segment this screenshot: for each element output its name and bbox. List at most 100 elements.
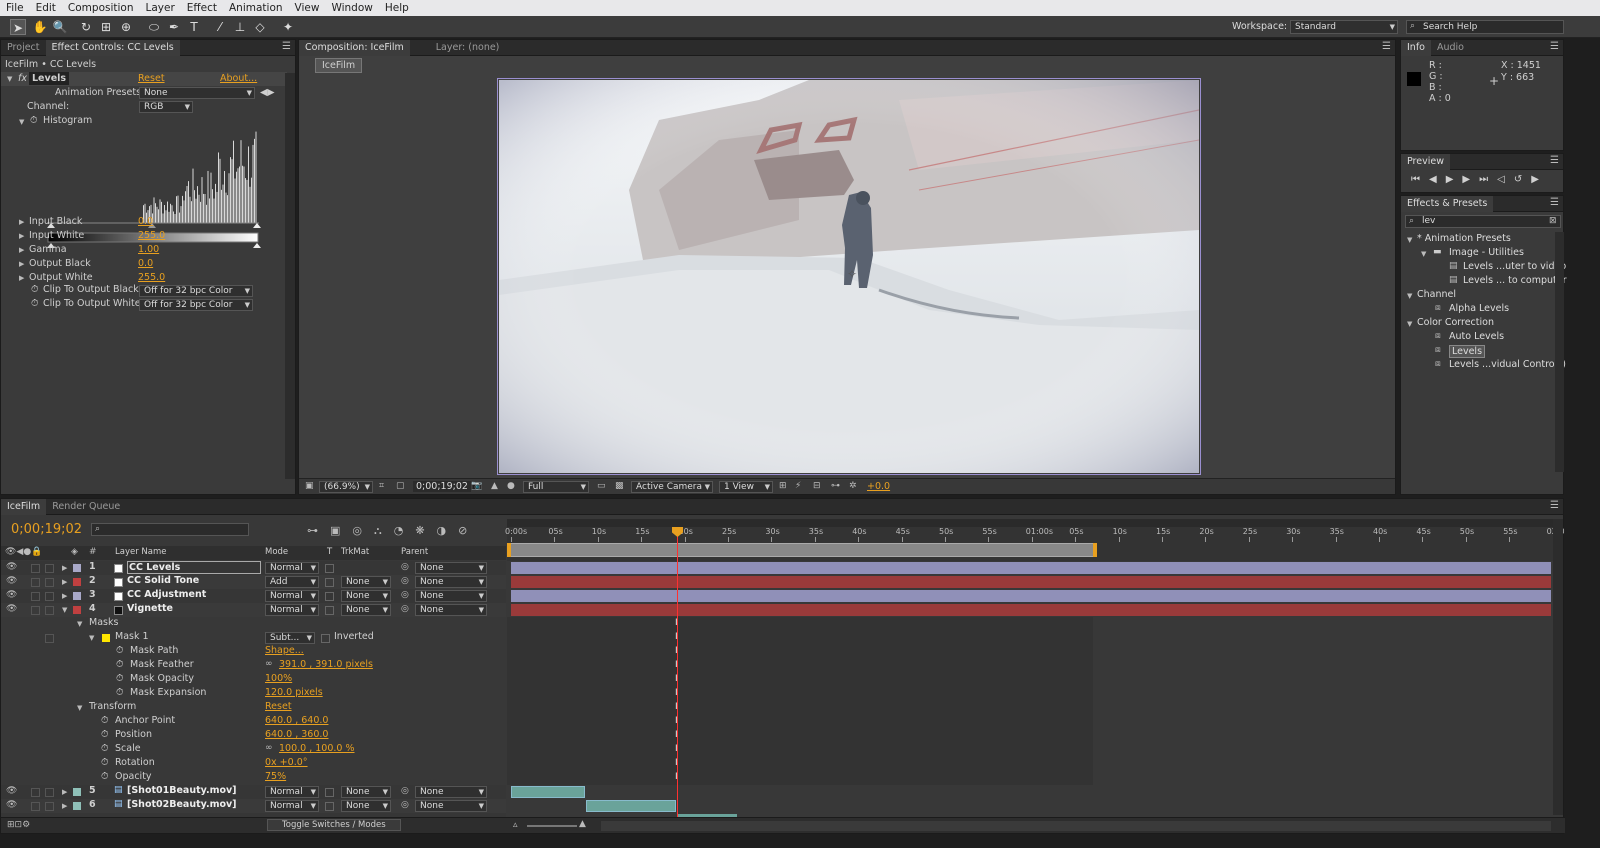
effects-item[interactable]: Auto Levels [1449,331,1504,342]
layer-switches-pane-icon[interactable]: ⊞⊡⚙ [7,820,30,830]
layer-expand-arrow-icon[interactable]: ▶ [62,788,67,796]
property-value[interactable]: 100% [265,673,292,684]
param-expand-arrow-icon[interactable]: ▶ [19,218,24,226]
preset-nav-arrows-icon[interactable]: ◀▶ [260,87,275,98]
effects-item[interactable]: Levels ... to computer [1463,275,1567,286]
puppet-tool-icon[interactable]: ✦ [280,19,296,35]
blend-mode-dropdown[interactable]: Normal [265,604,319,616]
effects-search-input[interactable]: lev [1405,215,1561,228]
zoom-tool-icon[interactable]: 🔍 [52,19,68,35]
effects-item[interactable]: Levels ...vidual Controls) [1449,359,1566,370]
stopwatch-icon[interactable]: ⏱ [101,729,108,740]
timeline-tracks[interactable]: IIIIIIIIIIII [507,561,1553,817]
effects-item[interactable]: Levels ...uter to video [1463,261,1566,272]
blend-mode-dropdown[interactable]: Add [265,576,319,588]
constrain-proportions-icon[interactable]: ∞ [265,659,273,669]
time-navigator[interactable] [507,519,1553,527]
view-layout-dropdown[interactable]: 1 View [719,481,773,493]
effects-item[interactable]: Levels [1449,345,1486,358]
channel-rgb-icon[interactable]: ● [507,481,515,491]
timeline-current-time[interactable]: 0;00;19;02 [11,522,82,537]
track-matte-dropdown[interactable]: None [341,590,391,602]
toggle-pixel-aspect-icon[interactable]: ⊞ [779,481,787,491]
brainstorm-icon[interactable]: ❋ [415,524,436,537]
stopwatch-icon[interactable]: ⏱ [116,645,123,656]
pickwhip-icon[interactable]: ◎ [401,800,409,810]
parent-dropdown[interactable]: None [415,590,487,602]
effects-item[interactable]: * Animation Presets [1417,233,1511,244]
eye-visibility-icon[interactable]: 👁 [6,576,17,586]
param-input-white-value[interactable]: 255.0 [138,230,165,241]
frame-blending-icon[interactable]: ⛬ [374,524,394,537]
panel-menu-icon[interactable]: ☰ [282,41,291,52]
parent-dropdown[interactable]: None [415,786,487,798]
stopwatch-icon[interactable]: ⏱ [30,115,37,126]
layer-duration-bar[interactable] [511,590,1551,602]
stopwatch-icon[interactable]: ⏱ [101,743,108,754]
inverted-checkbox[interactable] [321,634,330,643]
param-input-black-value[interactable]: 0.0 [138,216,153,227]
input-white-handle[interactable] [253,223,261,228]
lock-switch[interactable] [45,578,54,587]
workspace-dropdown[interactable]: Standard [1290,20,1398,34]
stopwatch-icon[interactable]: ⏱ [101,715,108,726]
comp-flowchart-button[interactable]: IceFilm [315,58,363,73]
label-color-swatch[interactable] [73,564,81,572]
menu-effect[interactable]: Effect [181,2,223,14]
tab-audio[interactable]: Audio [1431,40,1470,56]
mask-mode-dropdown[interactable]: Subt... [265,632,315,644]
brush-tool-icon[interactable]: ⁄ [212,19,228,35]
tree-expand-arrow-icon[interactable]: ▼ [1407,320,1412,328]
layer-name-header[interactable]: Layer Name [115,547,166,557]
time-ruler[interactable]: 0:00s 05s 10s 15s 20s 25s 30s 35s 40s 45s 50s 55s 01… [505,519,1565,561]
transparency-grid-icon[interactable]: ▩ [615,481,624,491]
layer-name[interactable]: CC Adjustment [127,589,206,600]
tree-expand-arrow-icon[interactable]: ▼ [1407,236,1412,244]
eye-visibility-icon[interactable]: 👁 [6,800,17,810]
effect-about-link[interactable]: About... [220,73,257,84]
layer-duration-bar[interactable] [511,604,1551,616]
menu-animation[interactable]: Animation [223,2,289,14]
menu-view[interactable]: View [289,2,326,14]
param-output-black-value[interactable]: 0.0 [138,258,153,269]
pickwhip-icon[interactable]: ◎ [401,576,409,586]
footage-duration-bar[interactable] [511,786,585,798]
camera-tool-icon[interactable]: ⊞ [98,19,114,35]
draft-3d-icon[interactable]: ▣ [330,524,352,537]
property-value[interactable]: 120.0 pixels [265,687,323,698]
stopwatch-icon[interactable]: ⏱ [116,687,123,698]
label-color-swatch[interactable] [73,592,81,600]
pan-behind-tool-icon[interactable]: ⊕ [118,19,134,35]
selection-tool-icon[interactable]: ➤ [10,19,26,35]
pen-tool-icon[interactable]: ✒ [166,19,182,35]
blend-mode-dropdown[interactable]: Normal [265,562,319,574]
current-time-display[interactable]: 0;00;19;02 [413,481,471,492]
solo-switch[interactable] [31,788,40,797]
output-white-handle[interactable] [253,243,261,248]
eraser-tool-icon[interactable]: ◇ [252,19,268,35]
menu-window[interactable]: Window [325,2,378,14]
flowchart-icon[interactable]: ⊶ [831,481,840,491]
stopwatch-icon[interactable]: ⏱ [101,771,108,782]
tab-layer[interactable]: Layer: (none) [430,40,506,56]
lock-switch[interactable] [45,606,54,615]
magnification-dropdown[interactable]: (66.9%) [319,481,373,493]
search-help-input[interactable]: Search Help [1406,20,1564,34]
menu-help[interactable]: Help [379,2,415,14]
parent-dropdown[interactable]: None [415,562,487,574]
tab-composition[interactable]: Composition: IceFilm [299,39,410,56]
preserve-transparency-checkbox[interactable] [325,578,334,587]
pickwhip-icon[interactable]: ◎ [401,562,409,572]
effects-item[interactable]: Color Correction [1417,317,1494,328]
type-tool-icon[interactable]: T [186,19,202,35]
label-color-swatch[interactable] [73,606,81,614]
tab-render-queue[interactable]: Render Queue [46,499,126,515]
property-value[interactable]: 391.0 , 391.0 pixels [279,659,373,670]
timeline-search-input[interactable] [91,523,249,536]
layer-name[interactable]: CC Levels [127,561,261,574]
layer-name[interactable]: Vignette [127,603,173,614]
param-expand-arrow-icon[interactable]: ▶ [19,246,24,254]
last-frame-icon[interactable]: ⏭ [1479,174,1497,185]
property-value[interactable]: 640.0 , 640.0 [265,715,328,726]
solo-switch[interactable] [31,564,40,573]
